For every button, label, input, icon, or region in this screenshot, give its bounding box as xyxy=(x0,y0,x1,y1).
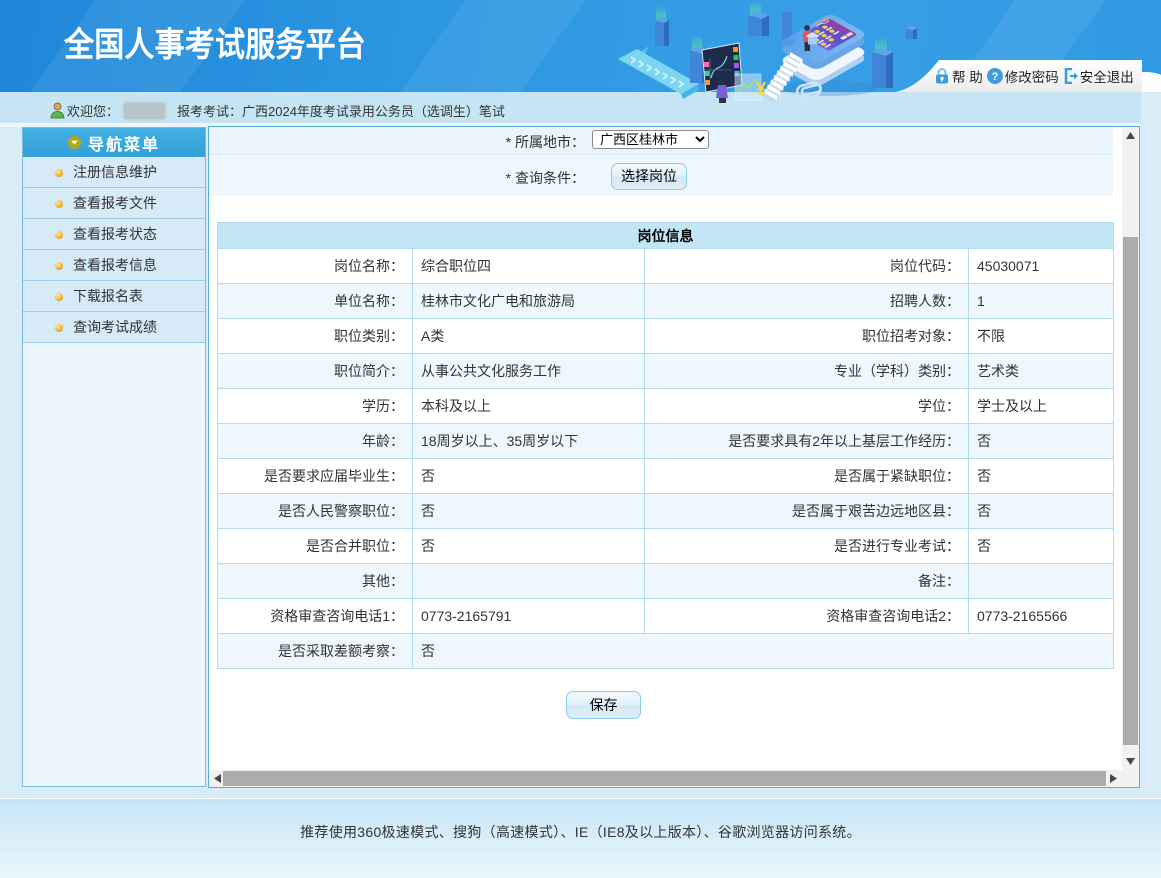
svg-text:?: ? xyxy=(991,71,998,83)
svg-text:¥: ¥ xyxy=(756,79,766,99)
